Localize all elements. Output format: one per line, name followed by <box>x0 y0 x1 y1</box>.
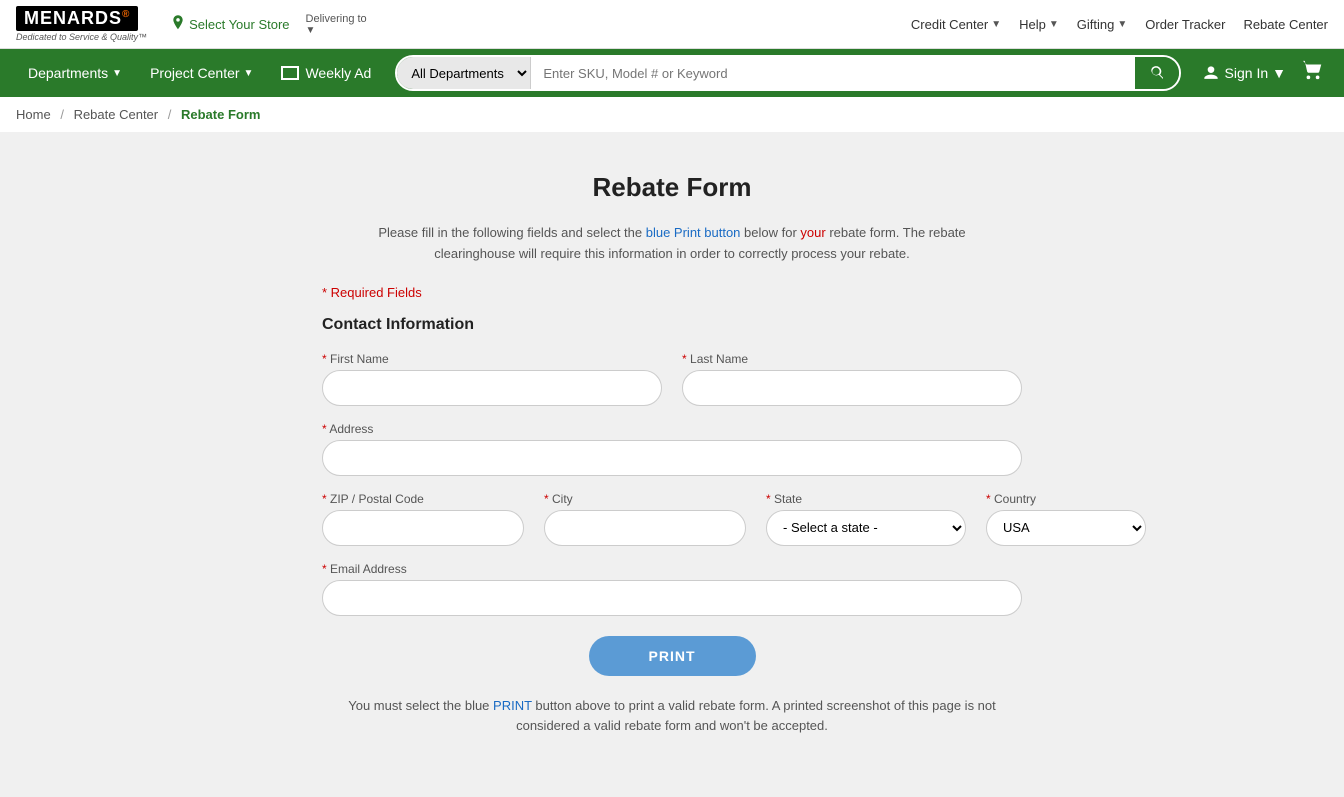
project-center-nav[interactable]: Project Center ▼ <box>138 49 265 97</box>
chevron-down-icon: ▼ <box>1272 65 1286 81</box>
state-label: * State <box>766 492 966 506</box>
form-description: Please fill in the following fields and … <box>322 223 1022 265</box>
credit-center-link[interactable]: Credit Center ▼ <box>911 17 1001 32</box>
address-input[interactable] <box>322 440 1022 476</box>
email-group: * Email Address <box>322 562 1022 616</box>
chevron-down-icon: ▼ <box>112 68 122 79</box>
breadcrumb-rebate-center[interactable]: Rebate Center <box>74 107 159 122</box>
form-footer-note: You must select the blue PRINT button ab… <box>322 696 1022 738</box>
form-container: Rebate Form Please fill in the following… <box>282 152 1062 757</box>
cart-button[interactable] <box>1298 59 1328 87</box>
address-label: * Address <box>322 422 1022 436</box>
zip-label: * ZIP / Postal Code <box>322 492 524 506</box>
search-input[interactable] <box>531 57 1134 89</box>
email-label: * Email Address <box>322 562 1022 576</box>
breadcrumb-home[interactable]: Home <box>16 107 51 122</box>
cart-icon <box>1302 59 1324 81</box>
city-group: * City <box>544 492 746 546</box>
nav-right: Sign In ▼ <box>1193 59 1328 87</box>
name-row: * First Name * Last Name <box>322 352 1022 406</box>
city-label: * City <box>544 492 746 506</box>
location-row: * ZIP / Postal Code * City * State - Sel… <box>322 492 1022 546</box>
chevron-down-icon: ▼ <box>991 19 1001 30</box>
department-select[interactable]: All Departments <box>397 57 531 89</box>
weekly-ad-nav[interactable]: Weekly Ad <box>269 49 383 97</box>
top-bar: MENARDS® Dedicated to Service & Quality™… <box>0 0 1344 49</box>
chevron-down-icon: ▼ <box>1049 19 1059 30</box>
last-name-label: * Last Name <box>682 352 1022 366</box>
weekly-ad-icon <box>281 66 299 80</box>
nav-bar: Departments ▼ Project Center ▼ Weekly Ad… <box>0 49 1344 97</box>
country-group: * Country USA Canada <box>986 492 1146 546</box>
top-right-links: Credit Center ▼ Help ▼ Gifting ▼ Order T… <box>911 17 1328 32</box>
main-content: Rebate Form Please fill in the following… <box>0 132 1344 797</box>
address-group: * Address <box>322 422 1022 476</box>
delivering-to[interactable]: Delivering to ▼ <box>306 13 367 36</box>
print-button[interactable]: PRINT <box>589 636 756 676</box>
required-fields-note: * Required Fields <box>322 285 1022 300</box>
country-label: * Country <box>986 492 1146 506</box>
first-name-group: * First Name <box>322 352 662 406</box>
zip-input[interactable] <box>322 510 524 546</box>
breadcrumb-current: Rebate Form <box>181 107 260 122</box>
gifting-link[interactable]: Gifting ▼ <box>1077 17 1127 32</box>
email-row: * Email Address <box>322 562 1022 616</box>
address-row: * Address <box>322 422 1022 476</box>
help-link[interactable]: Help ▼ <box>1019 17 1059 32</box>
chevron-down-icon: ▼ <box>1117 19 1127 30</box>
user-icon <box>1201 63 1221 83</box>
search-icon <box>1149 65 1165 81</box>
logo: MENARDS® <box>16 6 138 31</box>
search-button[interactable] <box>1135 57 1179 89</box>
rebate-center-link[interactable]: Rebate Center <box>1243 17 1328 32</box>
country-select[interactable]: USA Canada <box>986 510 1146 546</box>
first-name-input[interactable] <box>322 370 662 406</box>
state-group: * State - Select a state - Alabama Alask… <box>766 492 966 546</box>
first-name-label: * First Name <box>322 352 662 366</box>
logo-tagline: Dedicated to Service & Quality™ <box>16 32 147 42</box>
chevron-down-icon: ▼ <box>244 68 254 79</box>
contact-info-heading: Contact Information <box>322 316 1022 334</box>
order-tracker-link[interactable]: Order Tracker <box>1145 17 1225 32</box>
store-select[interactable]: Select Your Store <box>171 15 289 33</box>
state-select[interactable]: - Select a state - Alabama Alaska Arizon… <box>766 510 966 546</box>
city-input[interactable] <box>544 510 746 546</box>
logo-area: MENARDS® Dedicated to Service & Quality™ <box>16 6 147 42</box>
zip-group: * ZIP / Postal Code <box>322 492 524 546</box>
breadcrumb: Home / Rebate Center / Rebate Form <box>0 97 1344 132</box>
departments-nav[interactable]: Departments ▼ <box>16 49 134 97</box>
page-title: Rebate Form <box>322 172 1022 203</box>
search-bar: All Departments <box>395 55 1180 91</box>
last-name-group: * Last Name <box>682 352 1022 406</box>
last-name-input[interactable] <box>682 370 1022 406</box>
sign-in-button[interactable]: Sign In ▼ <box>1193 63 1294 83</box>
email-input[interactable] <box>322 580 1022 616</box>
location-icon <box>171 15 185 33</box>
